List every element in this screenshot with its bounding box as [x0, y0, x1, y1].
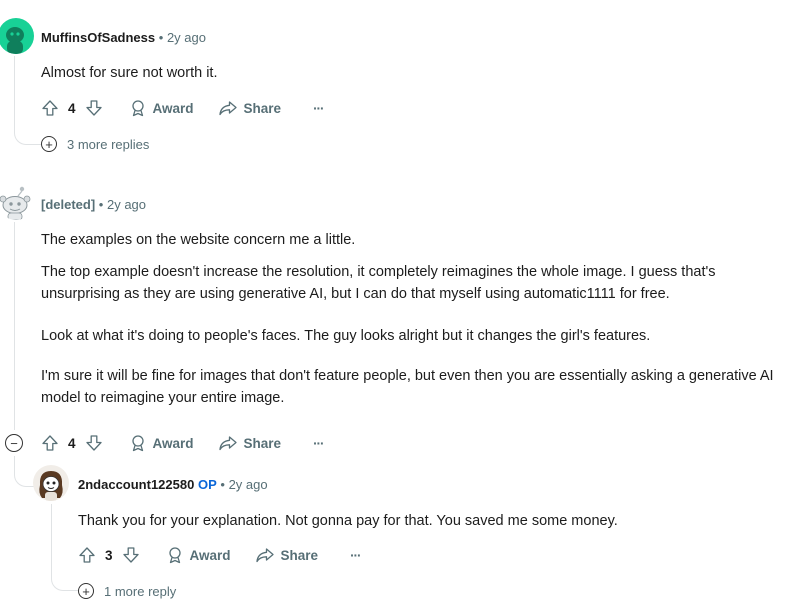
award-label: Award	[189, 547, 231, 563]
award-icon	[129, 434, 147, 452]
comment-meta: MuffinsOfSadness • 2y ago	[41, 30, 206, 45]
more-replies-label: 3 more replies	[67, 136, 150, 152]
collapse-icon[interactable]: −	[5, 434, 23, 452]
more-options-icon[interactable]: ···	[350, 548, 361, 563]
comment-paragraph: Almost for sure not worth it.	[41, 65, 218, 81]
award-icon	[129, 99, 147, 117]
comment-body: Almost for sure not worth it.	[41, 62, 781, 84]
comment-actions: 4 Award Share ···	[41, 430, 325, 456]
share-icon	[218, 99, 238, 117]
downvote-icon[interactable]	[85, 434, 103, 452]
award-button[interactable]: Award	[166, 546, 231, 564]
more-replies-link[interactable]: + 3 more replies	[41, 136, 149, 152]
thread-curve-1	[14, 128, 41, 145]
thread-curve-3	[51, 566, 78, 591]
comment-time[interactable]: 2y ago	[167, 30, 206, 45]
more-replies-label: 1 more reply	[104, 583, 177, 599]
award-button[interactable]: Award	[129, 434, 194, 452]
vote-count: 4	[68, 100, 76, 116]
award-label: Award	[152, 100, 194, 116]
award-icon	[166, 546, 184, 564]
meta-separator: •	[98, 197, 104, 212]
share-icon	[255, 546, 275, 564]
meta-separator: •	[158, 30, 164, 45]
comment-paragraph: The top example doesn't increase the res…	[41, 264, 716, 302]
upvote-icon[interactable]	[78, 546, 96, 564]
comment-paragraph: I'm sure it will be fine for images that…	[41, 368, 774, 406]
comment-paragraph: Look at what it's doing to people's face…	[41, 328, 651, 344]
thread-line-3	[51, 504, 52, 570]
vote-count: 3	[105, 547, 113, 563]
more-options-icon[interactable]: ···	[313, 101, 324, 116]
thread-curve-2	[14, 456, 35, 487]
collapse-thread-button[interactable]: −	[5, 434, 23, 452]
meta-separator: •	[220, 477, 225, 492]
snoo-avatar-icon	[39, 471, 63, 501]
share-button[interactable]: Share	[218, 434, 282, 452]
upvote-icon[interactable]	[41, 99, 59, 117]
vote-count: 4	[68, 435, 76, 451]
comment-paragraph: The examples on the website concern me a…	[41, 232, 356, 248]
comment-time[interactable]: 2y ago	[229, 477, 268, 492]
more-replies-link[interactable]: + 1 more reply	[78, 583, 176, 599]
downvote-icon[interactable]	[85, 99, 103, 117]
share-button[interactable]: Share	[218, 99, 282, 117]
comment-body: Thank you for your explanation. Not gonn…	[78, 510, 788, 532]
comment-actions: 4 Award Share ···	[41, 95, 325, 121]
author-name: [deleted]	[41, 197, 96, 212]
award-label: Award	[152, 435, 194, 451]
author-name[interactable]: MuffinsOfSadness	[41, 30, 155, 45]
comment-meta: 2ndaccount122580 OP • 2y ago	[78, 477, 268, 492]
upvote-icon[interactable]	[41, 434, 59, 452]
thread-line-2	[14, 222, 15, 430]
avatar[interactable]	[0, 184, 34, 220]
share-button[interactable]: Share	[255, 546, 319, 564]
award-button[interactable]: Award	[129, 99, 194, 117]
comment-body: The examples on the website concern me a…	[41, 229, 793, 409]
share-label: Share	[243, 435, 282, 451]
share-label: Share	[280, 547, 319, 563]
more-options-icon[interactable]: ···	[313, 436, 324, 451]
deleted-user-snoo-icon	[0, 186, 31, 220]
snoo-avatar-icon	[6, 27, 24, 54]
share-icon	[218, 434, 238, 452]
comment-time[interactable]: 2y ago	[107, 197, 146, 212]
expand-icon[interactable]: +	[41, 136, 57, 152]
avatar[interactable]	[0, 18, 34, 54]
author-name[interactable]: 2ndaccount122580	[78, 477, 194, 492]
comment-meta: [deleted] • 2y ago	[41, 197, 146, 212]
downvote-icon[interactable]	[122, 546, 140, 564]
expand-icon[interactable]: +	[78, 583, 94, 599]
thread-line-1	[14, 56, 15, 130]
avatar[interactable]	[33, 465, 69, 501]
op-badge: OP	[197, 477, 217, 492]
comment-paragraph: Thank you for your explanation. Not gonn…	[78, 513, 618, 529]
share-label: Share	[243, 100, 282, 116]
comment-actions: 3 Award Share ···	[78, 542, 362, 568]
